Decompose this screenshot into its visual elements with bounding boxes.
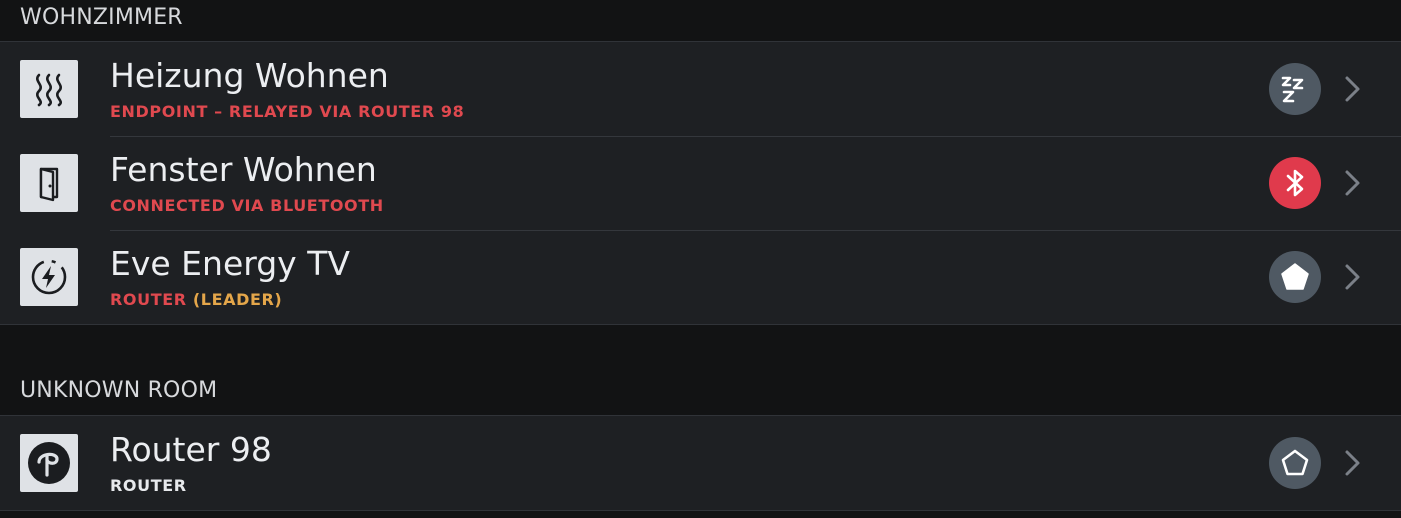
router-icon [20,434,78,492]
device-connection-status: ENDPOINT – RELAYED VIA ROUTER 98 [110,102,465,121]
section-header-wohnzimmer: WOHNZIMMER [20,5,183,30]
device-name: Router 98 [110,430,272,469]
device-name: Eve Energy TV [110,244,350,283]
device-connection-status: CONNECTED VIA BLUETOOTH [110,196,384,215]
sleep-icon [1269,63,1321,115]
chevron-right-icon [1345,76,1360,102]
device-list-wohnzimmer: Heizung Wohnen ENDPOINT – RELAYED VIA RO… [0,41,1401,325]
device-role: ROUTER [110,290,187,309]
door-icon [20,154,78,212]
device-row-heizung-wohnen[interactable]: Heizung Wohnen ENDPOINT – RELAYED VIA RO… [0,42,1401,136]
device-connection-status: ROUTER (LEADER) [110,290,282,309]
energy-icon [20,248,78,306]
device-row-eve-energy-tv[interactable]: Eve Energy TV ROUTER (LEADER) [0,230,1401,324]
chevron-right-icon [1345,264,1360,290]
device-row-router-98[interactable]: Router 98 ROUTER [0,416,1401,510]
heating-icon [20,60,78,118]
pentagon-outline-icon [1269,437,1321,489]
chevron-right-icon [1345,170,1360,196]
bluetooth-icon [1269,157,1321,209]
device-list-screen: WOHNZIMMER Heizung Wohnen ENDPOINT – REL… [0,0,1401,518]
device-list-unknown-room: Router 98 ROUTER [0,415,1401,511]
chevron-right-icon [1345,450,1360,476]
pentagon-filled-icon [1269,251,1321,303]
device-row-fenster-wohnen[interactable]: Fenster Wohnen CONNECTED VIA BLUETOOTH [0,136,1401,230]
section-header-unknown-room: UNKNOWN ROOM [20,378,218,403]
device-connection-status: ROUTER [110,476,187,495]
device-name: Heizung Wohnen [110,56,389,95]
device-role-leader: (LEADER) [192,290,283,309]
device-name: Fenster Wohnen [110,150,377,189]
